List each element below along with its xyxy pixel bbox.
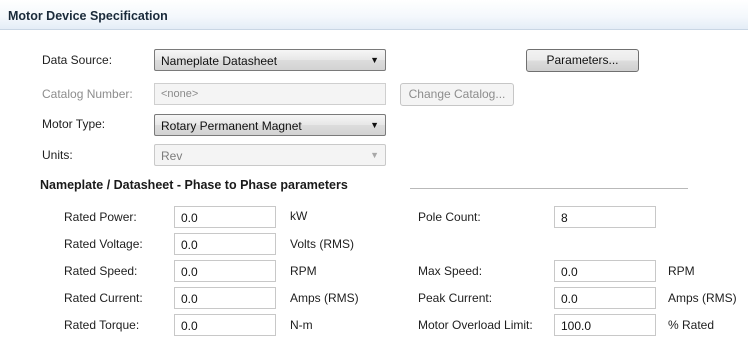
rated-speed-value: 0.0 — [181, 265, 198, 279]
rated-voltage-unit: Volts (RMS) — [290, 237, 355, 251]
pole-count-label: Pole Count: — [418, 210, 481, 224]
rated-speed-unit: RPM — [290, 264, 317, 278]
data-source-value: Nameplate Datasheet — [161, 54, 278, 68]
header-divider — [0, 29, 748, 30]
panel-title: Motor Device Specification — [8, 9, 168, 23]
rated-torque-unit: N-m — [290, 318, 313, 332]
rated-power-label: Rated Power: — [64, 210, 137, 224]
catalog-number-label: Catalog Number: — [42, 87, 133, 101]
chevron-down-icon: ▼ — [370, 55, 379, 65]
catalog-number-field: <none> — [154, 83, 386, 105]
rated-power-input[interactable]: 0.0 — [174, 206, 276, 228]
rated-current-unit: Amps (RMS) — [290, 291, 359, 305]
catalog-number-value: <none> — [161, 88, 199, 100]
rated-torque-value: 0.0 — [181, 319, 198, 333]
peak-current-input[interactable]: 0.0 — [554, 287, 656, 309]
overload-limit-input[interactable]: 100.0 — [554, 314, 656, 336]
pole-count-value: 8 — [561, 211, 568, 225]
rated-power-value: 0.0 — [181, 211, 198, 225]
rated-power-unit: kW — [290, 209, 308, 223]
change-catalog-button[interactable]: Change Catalog... — [400, 83, 514, 106]
motor-type-dropdown[interactable]: Rotary Permanent Magnet ▼ — [154, 114, 386, 136]
rated-current-value: 0.0 — [181, 292, 198, 306]
motor-type-value: Rotary Permanent Magnet — [161, 119, 302, 133]
rated-speed-label: Rated Speed: — [64, 264, 138, 278]
overload-limit-unit: % Rated — [668, 318, 715, 332]
nameplate-group-title: Nameplate / Datasheet - Phase to Phase p… — [40, 178, 348, 192]
data-source-dropdown[interactable]: Nameplate Datasheet ▼ — [154, 49, 386, 71]
rated-torque-input[interactable]: 0.0 — [174, 314, 276, 336]
overload-limit-label: Motor Overload Limit: — [418, 318, 533, 332]
max-speed-value: 0.0 — [561, 265, 578, 279]
max-speed-unit: RPM — [668, 264, 695, 278]
chevron-down-icon: ▼ — [370, 120, 379, 130]
units-value: Rev — [161, 149, 183, 163]
rated-voltage-value: 0.0 — [181, 238, 198, 252]
rated-torque-label: Rated Torque: — [64, 318, 140, 332]
units-dropdown[interactable]: Rev ▼ — [154, 144, 386, 166]
max-speed-label: Max Speed: — [418, 264, 483, 278]
peak-current-label: Peak Current: — [418, 291, 493, 305]
max-speed-input[interactable]: 0.0 — [554, 260, 656, 282]
peak-current-value: 0.0 — [561, 292, 578, 306]
rated-speed-input[interactable]: 0.0 — [174, 260, 276, 282]
overload-limit-value: 100.0 — [561, 319, 592, 333]
data-source-label: Data Source: — [42, 53, 113, 67]
units-label: Units: — [42, 148, 73, 162]
parameters-button[interactable]: Parameters... — [526, 49, 639, 72]
group-divider — [410, 188, 688, 189]
rated-voltage-label: Rated Voltage: — [64, 237, 143, 251]
pole-count-input[interactable]: 8 — [554, 206, 656, 228]
peak-current-unit: Amps (RMS) — [668, 291, 737, 305]
chevron-down-icon: ▼ — [370, 150, 379, 160]
motor-type-label: Motor Type: — [42, 117, 106, 131]
rated-current-input[interactable]: 0.0 — [174, 287, 276, 309]
rated-voltage-input[interactable]: 0.0 — [174, 233, 276, 255]
rated-current-label: Rated Current: — [64, 291, 143, 305]
